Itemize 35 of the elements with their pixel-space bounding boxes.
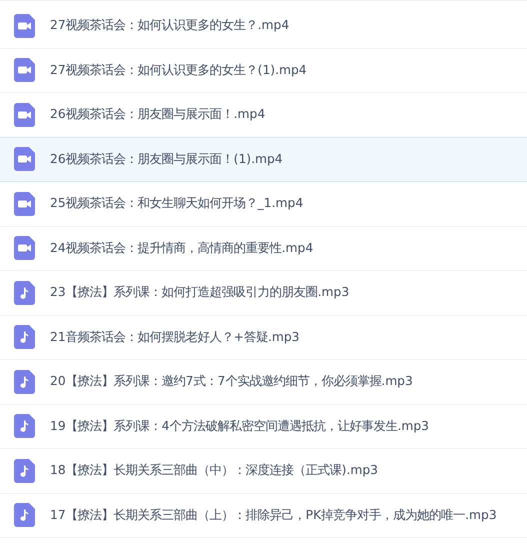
music-file-icon xyxy=(14,503,35,528)
file-row[interactable]: 27视频茶话会：如何认识更多的女生？.mp4 xyxy=(0,4,527,48)
file-name: 26视频茶话会：朋友圈与展示面！(1).mp4 xyxy=(50,150,283,168)
file-row[interactable]: 18【撩法】长期关系三部曲（中）：深度连接（正式课).mp3 xyxy=(0,449,527,494)
music-file-icon xyxy=(14,414,35,438)
file-name: 27视频茶话会：如何认识更多的女生？.mp4 xyxy=(50,17,290,34)
file-name: 24视频茶话会：提升情商，高情商的重要性.mp4 xyxy=(50,240,314,257)
video-file-icon xyxy=(14,192,35,216)
file-row[interactable]: 24视频茶话会：提升情商，高情商的重要性.mp4 xyxy=(0,226,527,271)
file-name: 17【撩法】长期关系三部曲（上）：排除异己，PK掉竞争对手，成为她的唯一.mp3 xyxy=(50,506,497,524)
video-file-icon xyxy=(14,14,35,38)
music-file-icon xyxy=(14,280,35,305)
file-row[interactable]: 19【撩法】系列课：4个方法破解私密空间遭遇抵抗，让好事发生.mp3 xyxy=(0,404,527,449)
video-file-icon xyxy=(14,102,35,127)
file-row[interactable]: 23【撩法】系列课：如何打造超强吸引力的朋友圈.mp3 xyxy=(0,271,527,316)
video-file-icon xyxy=(14,58,35,82)
file-name: 21音频茶话会：如何摆脱老好人？+答疑.mp3 xyxy=(50,328,300,346)
file-row[interactable]: 26视频茶话会：朋友圈与展示面！(1).mp4 xyxy=(0,136,527,182)
music-file-icon xyxy=(14,458,35,483)
file-row[interactable]: 27视频茶话会：如何认识更多的女生？(1).mp4 xyxy=(0,48,527,93)
file-name: 25视频茶话会：和女生聊天如何开场？_1.mp4 xyxy=(50,195,304,212)
file-name: 18【撩法】长期关系三部曲（中）：深度连接（正式课).mp3 xyxy=(50,462,378,480)
music-file-icon xyxy=(14,325,35,350)
video-file-icon xyxy=(14,147,35,172)
file-name: 19【撩法】系列课：4个方法破解私密空间遭遇抵抗，让好事发生.mp3 xyxy=(50,418,429,435)
video-file-icon xyxy=(14,236,35,260)
file-row[interactable]: 17【撩法】长期关系三部曲（上）：排除异己，PK掉竞争对手，成为她的唯一.mp3 xyxy=(0,494,527,538)
file-row[interactable]: 25视频茶话会：和女生聊天如何开场？_1.mp4 xyxy=(0,182,527,226)
file-name: 20【撩法】系列课：邀约7式：7个实战邀约细节，你必须掌握.mp3 xyxy=(50,373,413,390)
file-name: 23【撩法】系列课：如何打造超强吸引力的朋友圈.mp3 xyxy=(50,284,350,302)
file-name: 26视频茶话会：朋友圈与展示面！.mp4 xyxy=(50,106,266,124)
file-row[interactable]: 20【撩法】系列课：邀约7式：7个实战邀约细节，你必须掌握.mp3 xyxy=(0,360,527,404)
file-row[interactable]: 21音频茶话会：如何摆脱老好人？+答疑.mp3 xyxy=(0,316,527,360)
music-file-icon xyxy=(14,370,35,394)
file-name: 27视频茶话会：如何认识更多的女生？(1).mp4 xyxy=(50,62,307,79)
